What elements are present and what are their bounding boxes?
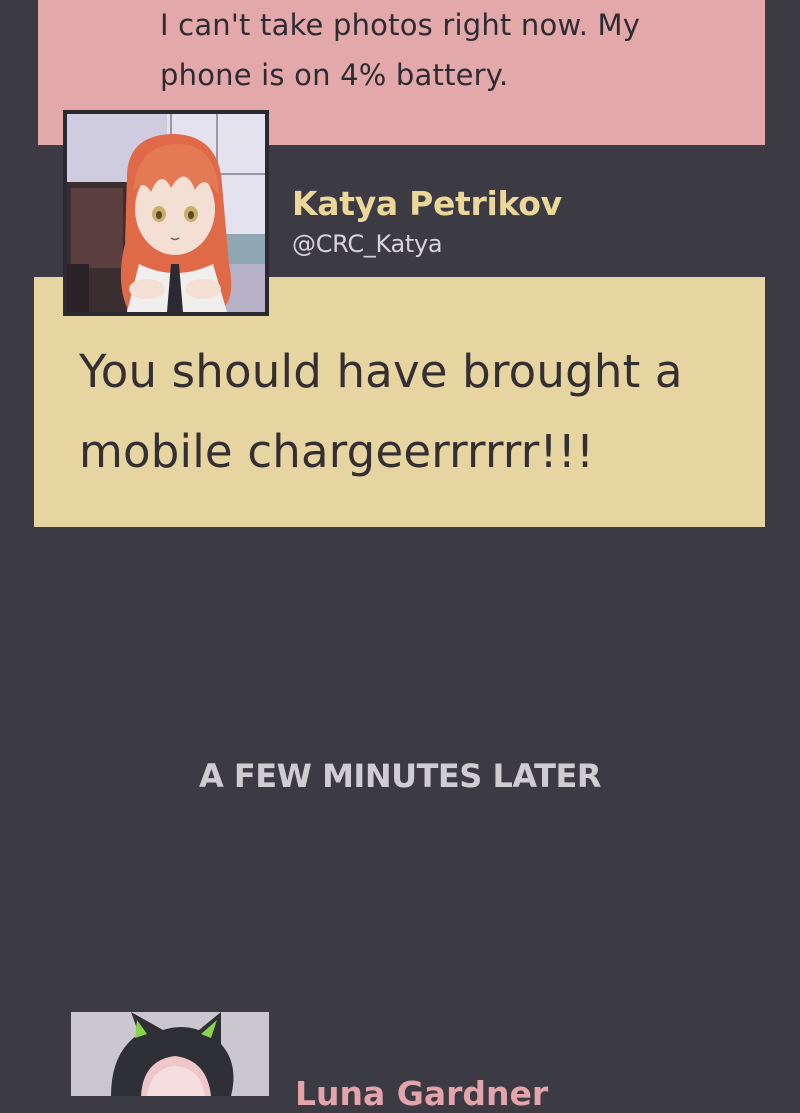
avatar-illustration <box>71 1012 269 1096</box>
author-name[interactable]: Katya Petrikov <box>292 184 562 223</box>
message-line: You should have brought a <box>79 345 683 398</box>
author-handle[interactable]: @CRC_Katya <box>292 230 443 258</box>
avatar-illustration <box>67 114 265 312</box>
message-line: phone is on 4% battery. <box>160 58 509 92</box>
avatar-next-author[interactable] <box>71 1012 269 1096</box>
next-author-name[interactable]: Luna Gardner <box>295 1074 548 1113</box>
avatar-katya[interactable] <box>63 110 269 316</box>
message-line: I can't take photos right now. My <box>160 8 641 42</box>
time-skip-caption: A FEW MINUTES LATER <box>199 757 601 795</box>
message-text-previous: I can't take photos right now. My phone … <box>160 0 740 100</box>
message-line: mobile chargeerrrrrr!!! <box>79 425 595 478</box>
message-text-katya: You should have brought a mobile chargee… <box>79 332 739 492</box>
